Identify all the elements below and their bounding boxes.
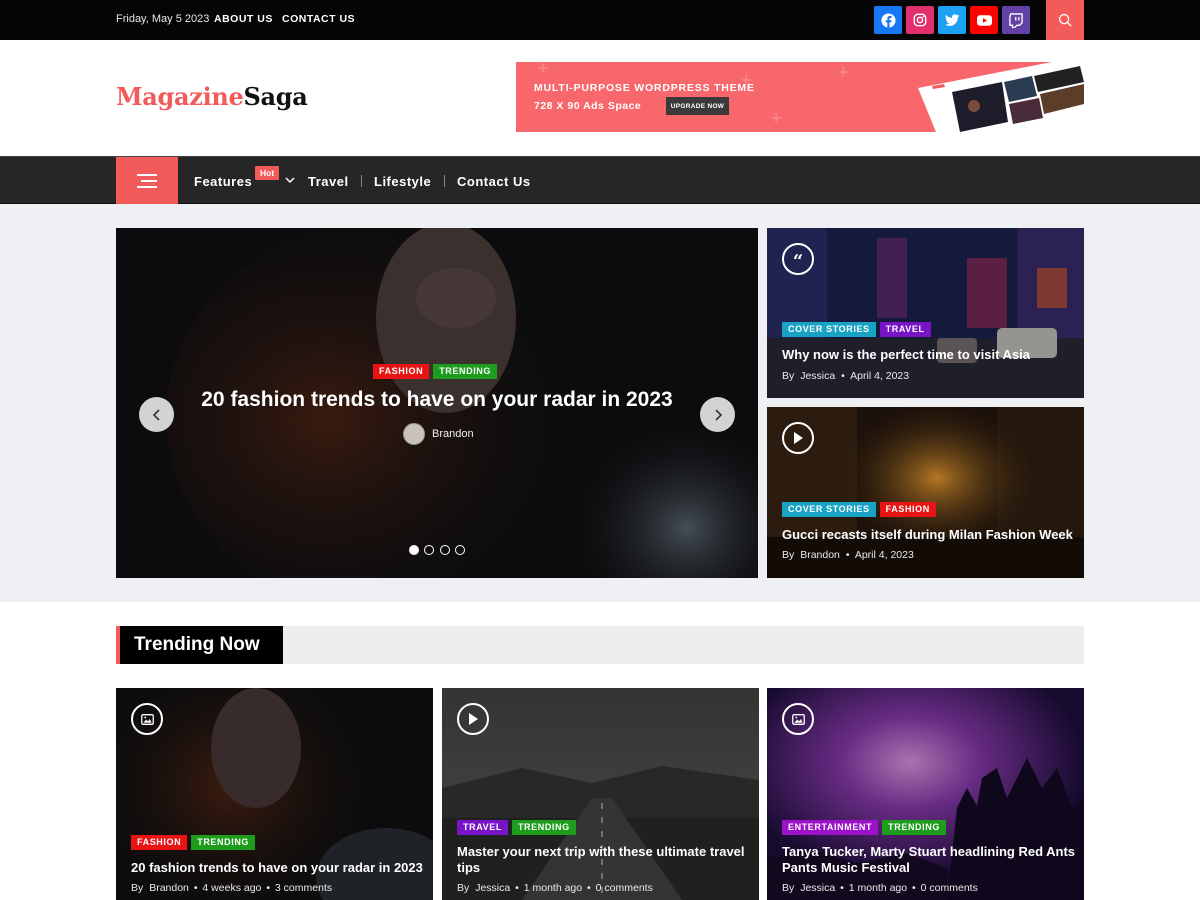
category-tag[interactable]: COVER STORIES	[782, 322, 876, 337]
slider-dot[interactable]	[455, 545, 465, 555]
chevron-right-icon	[714, 408, 722, 421]
slide-tags: FASHION TRENDING	[116, 361, 758, 379]
nav-divider	[361, 175, 362, 187]
post-meta: By Jessica • April 4, 2023	[782, 370, 910, 382]
author-name[interactable]: Brandon	[149, 882, 189, 894]
youtube-icon[interactable]	[970, 6, 998, 34]
post-title[interactable]: Master your next trip with these ultimat…	[457, 844, 752, 876]
category-tag[interactable]: TRENDING	[191, 835, 256, 850]
category-tag[interactable]: FASHION	[372, 364, 430, 379]
hot-badge: Hot	[255, 166, 280, 180]
slider-next-button[interactable]	[700, 397, 735, 432]
image-icon	[131, 703, 163, 735]
category-tag[interactable]: COVER STORIES	[782, 502, 876, 517]
category-tag[interactable]: FASHION	[879, 502, 936, 517]
author-name: Brandon	[432, 428, 474, 440]
slider-dot[interactable]	[409, 545, 419, 555]
post-tags: ENTERTAINMENT TRENDING	[782, 817, 950, 835]
about-us-link[interactable]: ABOUT US	[214, 13, 273, 25]
slider-prev-button[interactable]	[139, 397, 174, 432]
post-meta: By Brandon • April 4, 2023	[782, 549, 914, 561]
post-title[interactable]: Why now is the perfect time to visit Asi…	[782, 347, 1072, 363]
trending-post-card[interactable]: TRAVEL TRENDING Master your next trip wit…	[442, 688, 759, 900]
post-title[interactable]: Tanya Tucker, Marty Stuart headlining Re…	[782, 844, 1077, 876]
comments-link[interactable]: 3 comments	[275, 882, 332, 894]
chevron-down-icon[interactable]	[285, 176, 295, 184]
post-tags: COVER STORIES TRAVEL	[782, 319, 935, 337]
post-meta: By Brandon • 4 weeks ago • 3 comments	[131, 882, 333, 894]
post-tags: FASHION TRENDING	[131, 832, 259, 850]
side-post-card[interactable]: “ COVER STORIES TRAVEL Why now is the per…	[767, 228, 1084, 398]
category-tag[interactable]: TRENDING	[882, 820, 946, 835]
site-logo[interactable]: MagazineSaga	[116, 82, 308, 111]
section-title: Trending Now	[134, 634, 260, 655]
post-date: April 4, 2023	[854, 549, 914, 561]
comments-link[interactable]: 0 comments	[596, 882, 653, 894]
slide-author[interactable]: Brandon	[403, 423, 474, 445]
trending-post-card[interactable]: ENTERTAINMENT TRENDING Tanya Tucker, Mart…	[767, 688, 1084, 900]
ad-banner[interactable]: + + + + MULTI-PURPOSE WORDPRESS THEME 72…	[516, 62, 1084, 132]
post-time: 1 month ago	[848, 882, 908, 894]
category-tag[interactable]: FASHION	[131, 835, 188, 850]
slider-dot[interactable]	[424, 545, 434, 555]
nav-item-travel[interactable]: Travel	[308, 174, 349, 189]
nav-item-lifestyle[interactable]: Lifestyle	[374, 174, 431, 189]
post-title[interactable]: Gucci recasts itself during Milan Fashio…	[782, 527, 1077, 543]
category-tag[interactable]: TRENDING	[433, 364, 498, 379]
nav-item-contact-us[interactable]: Contact Us	[457, 174, 531, 189]
post-title[interactable]: 20 fashion trends to have on your radar …	[131, 860, 426, 876]
play-icon[interactable]	[782, 422, 814, 454]
menu-toggle-button[interactable]	[116, 157, 178, 204]
contact-us-link[interactable]: CONTACT US	[282, 13, 355, 25]
theme-preview-image	[912, 62, 1084, 132]
main-navigation: Features Hot Travel Lifestyle Contact Us	[0, 156, 1200, 204]
upgrade-now-button[interactable]: UPGRADE NOW	[666, 97, 729, 115]
slider-dot[interactable]	[440, 545, 450, 555]
comments-link[interactable]: 0 comments	[921, 882, 978, 894]
post-time: 1 month ago	[523, 882, 583, 894]
category-tag[interactable]: TRAVEL	[457, 820, 508, 835]
main-slider[interactable]: FASHION TRENDING 20 fashion trends to hav…	[116, 228, 758, 578]
play-icon[interactable]	[457, 703, 489, 735]
slide-title[interactable]: 20 fashion trends to have on your radar …	[116, 388, 758, 412]
author-name[interactable]: Jessica	[800, 370, 835, 382]
chevron-left-icon	[152, 408, 160, 421]
nav-item-features[interactable]: Features	[194, 174, 252, 189]
top-bar: Friday, May 5 2023 ABOUT US CONTACT US	[0, 0, 1200, 40]
gallery-icon	[782, 703, 814, 735]
ad-line2: 728 X 90 Ads Space	[534, 100, 642, 112]
post-meta: By Jessica • 1 month ago • 0 comments	[457, 882, 653, 894]
trending-post-card[interactable]: FASHION TRENDING 20 fashion trends to hav…	[116, 688, 433, 900]
post-time: 4 weeks ago	[202, 882, 262, 894]
avatar	[403, 423, 425, 445]
trending-now-header: Trending Now	[116, 626, 1084, 664]
post-date: April 4, 2023	[850, 370, 910, 382]
nav-divider	[444, 175, 445, 187]
twitch-icon[interactable]	[1002, 6, 1030, 34]
author-name[interactable]: Jessica	[475, 882, 510, 894]
ad-line1: MULTI-PURPOSE WORDPRESS THEME	[534, 82, 755, 94]
facebook-icon[interactable]	[874, 6, 902, 34]
current-date: Friday, May 5 2023	[116, 13, 210, 25]
quote-icon: “	[782, 243, 814, 275]
search-icon	[1058, 13, 1072, 27]
instagram-icon[interactable]	[906, 6, 934, 34]
category-tag[interactable]: TRAVEL	[879, 322, 931, 337]
author-name[interactable]: Jessica	[800, 882, 835, 894]
post-meta: By Jessica • 1 month ago • 0 comments	[782, 882, 978, 894]
category-tag[interactable]: TRENDING	[511, 820, 576, 835]
post-tags: COVER STORIES FASHION	[782, 499, 940, 517]
author-name[interactable]: Brandon	[800, 549, 840, 561]
twitter-icon[interactable]	[938, 6, 966, 34]
search-button[interactable]	[1046, 0, 1084, 40]
post-tags: TRAVEL TRENDING	[457, 817, 580, 835]
hamburger-icon	[137, 173, 157, 188]
category-tag[interactable]: ENTERTAINMENT	[782, 820, 879, 835]
side-post-card[interactable]: COVER STORIES FASHION Gucci recasts itsel…	[767, 407, 1084, 578]
